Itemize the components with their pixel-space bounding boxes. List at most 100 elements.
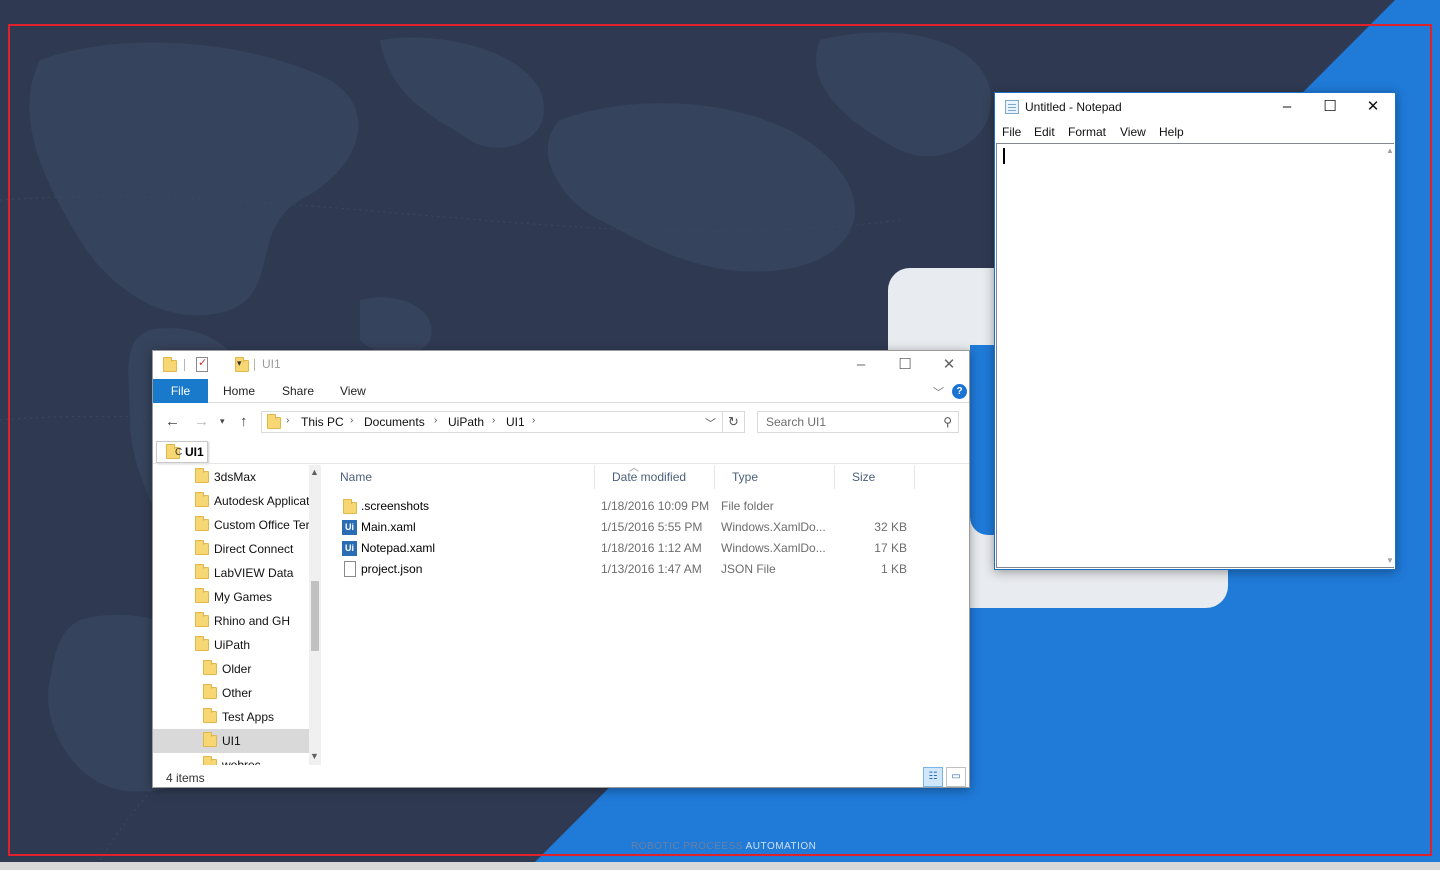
file-type: Windows.XamlDo...: [721, 520, 826, 534]
file-row[interactable]: Ui Main.xaml 1/15/2016 5:55 PM Windows.X…: [323, 517, 923, 538]
navigation-bar: ← → ▾ ↑ › This PC › Documents › UiPath ›…: [153, 403, 969, 439]
maximize-button[interactable]: ☐: [1308, 93, 1352, 121]
tree-item-label: Custom Office Ter: [214, 518, 309, 532]
chevron-right-icon[interactable]: ›: [350, 415, 353, 426]
text-editor[interactable]: [996, 143, 1394, 568]
forward-arrow-icon[interactable]: →: [194, 413, 209, 430]
customize-quick-access-icon[interactable]: ▾: [237, 358, 242, 369]
file-row[interactable]: .screenshots 1/18/2016 10:09 PM File fol…: [323, 496, 923, 517]
chevron-right-icon[interactable]: ›: [492, 415, 495, 426]
minimize-button[interactable]: –: [839, 351, 883, 379]
folder-icon: [195, 492, 209, 507]
properties-icon[interactable]: [196, 356, 208, 372]
column-header-name[interactable]: Name: [323, 465, 595, 489]
tree-item-custom-office[interactable]: Custom Office Ter: [153, 513, 309, 537]
refresh-icon[interactable]: ↻: [722, 412, 744, 432]
folder-icon: [163, 357, 177, 372]
menu-file[interactable]: File: [1002, 125, 1021, 139]
close-button[interactable]: ✕: [927, 351, 971, 379]
tree-item-other[interactable]: Other: [153, 681, 309, 705]
menu-help[interactable]: Help: [1159, 125, 1184, 139]
tree-item-test-apps[interactable]: Test Apps: [153, 705, 309, 729]
minimize-button[interactable]: –: [1265, 93, 1309, 121]
editor-scrollbar[interactable]: ▲ ▼: [1386, 144, 1394, 567]
back-arrow-icon[interactable]: ←: [165, 413, 180, 430]
tab-file[interactable]: File: [153, 379, 208, 403]
large-icons-view-icon[interactable]: ▭: [946, 767, 966, 787]
scrollbar-thumb[interactable]: [311, 581, 319, 651]
folder-icon: [195, 468, 209, 483]
tree-item-my-games[interactable]: My Games: [153, 585, 309, 609]
tree-item-label: 3dsMax: [214, 470, 257, 484]
file-list: ︿ Name Date modified Type Size .screensh…: [323, 463, 969, 765]
help-icon[interactable]: ?: [952, 384, 967, 399]
file-date: 1/15/2016 5:55 PM: [601, 520, 703, 534]
scroll-down-icon[interactable]: ▼: [310, 751, 319, 761]
tree-item-direct-connect[interactable]: Direct Connect: [153, 537, 309, 561]
scroll-up-icon[interactable]: ▲: [310, 467, 319, 477]
breadcrumb-this-pc[interactable]: This PC: [301, 415, 344, 429]
notepad-window[interactable]: Untitled - Notepad – ☐ ✕ File Edit Forma…: [994, 92, 1396, 570]
tree-item-label: Rhino and GH: [214, 614, 291, 628]
folder-icon: [203, 732, 217, 747]
window-title: UI1: [262, 357, 281, 371]
chevron-down-icon[interactable]: ﹀: [705, 415, 716, 431]
uipath-file-icon: Ui: [342, 541, 357, 556]
file-name: Notepad.xaml: [361, 541, 436, 555]
tab-share[interactable]: Share: [282, 379, 314, 403]
column-header-size[interactable]: Size: [835, 465, 915, 489]
file-explorer-window[interactable]: ▾ UI1 – ☐ ✕ File Home Share View ﹀ ? ← →…: [152, 350, 970, 788]
navigation-pane: 3dsMax Autodesk Applicat Custom Office T…: [153, 465, 321, 765]
chevron-right-icon[interactable]: ›: [532, 415, 535, 426]
tree-item-autodesk[interactable]: Autodesk Applicat: [153, 489, 309, 513]
search-input[interactable]: Search UI1 ⚲: [757, 411, 959, 433]
menu-edit[interactable]: Edit: [1034, 125, 1055, 139]
tree-item-labview[interactable]: LabVIEW Data: [153, 561, 309, 585]
file-row[interactable]: project.json 1/13/2016 1:47 AM JSON File…: [323, 559, 923, 580]
column-header-date[interactable]: Date modified: [595, 465, 715, 489]
tab-view[interactable]: View: [340, 379, 366, 403]
explorer-titlebar[interactable]: ▾ UI1 – ☐ ✕: [153, 351, 969, 379]
navigation-pane-scrollbar[interactable]: ▲ ▼: [309, 465, 321, 765]
folder-icon: [195, 516, 209, 531]
details-view-icon[interactable]: ☷: [923, 767, 943, 787]
maximize-button[interactable]: ☐: [883, 351, 927, 379]
tree-item-label: UI1: [222, 734, 241, 748]
file-date: 1/13/2016 1:47 AM: [601, 562, 702, 576]
tree-item-label: Test Apps: [222, 710, 275, 724]
expand-ribbon-icon[interactable]: ﹀: [933, 384, 944, 400]
scroll-down-icon[interactable]: ▼: [1386, 556, 1394, 565]
column-header-type[interactable]: Type: [715, 465, 835, 489]
address-bar[interactable]: › This PC › Documents › UiPath › UI1 › ﹀…: [261, 411, 745, 433]
breadcrumb-uipath[interactable]: UiPath: [448, 415, 484, 429]
tree-item-rhino[interactable]: Rhino and GH: [153, 609, 309, 633]
tree-item-ui1[interactable]: UI1: [153, 729, 309, 753]
file-row[interactable]: Ui Notepad.xaml 1/18/2016 1:12 AM Window…: [323, 538, 923, 559]
menu-format[interactable]: Format: [1068, 125, 1106, 139]
menu-view[interactable]: View: [1120, 125, 1146, 139]
search-placeholder: Search UI1: [766, 415, 827, 429]
notepad-titlebar[interactable]: Untitled - Notepad – ☐ ✕: [995, 93, 1395, 121]
folder-icon: [203, 660, 217, 675]
scroll-up-icon[interactable]: ▲: [1386, 146, 1394, 155]
menu-bar: File Edit Format View Help: [995, 121, 1395, 143]
breadcrumb-documents[interactable]: Documents: [364, 415, 425, 429]
breadcrumb-ui1[interactable]: UI1: [506, 415, 525, 429]
dragged-folder-tab[interactable]: C UI1: [156, 441, 208, 463]
up-arrow-icon[interactable]: ↑: [240, 413, 248, 430]
close-button[interactable]: ✕: [1351, 93, 1395, 121]
caption-bright-text: AUTOMATION: [745, 841, 817, 852]
file-date: 1/18/2016 1:12 AM: [601, 541, 702, 555]
text-cursor: [1003, 148, 1005, 164]
search-icon[interactable]: ⚲: [943, 415, 952, 429]
file-type: JSON File: [721, 562, 776, 576]
tree-item-older[interactable]: Older: [153, 657, 309, 681]
tree-item-webrec[interactable]: webrec: [153, 753, 309, 765]
tree-item-3dsmax[interactable]: 3dsMax: [153, 465, 309, 489]
chevron-right-icon[interactable]: ›: [434, 415, 437, 426]
folder-icon: [195, 588, 209, 603]
chevron-right-icon[interactable]: ›: [286, 415, 289, 426]
recent-locations-icon[interactable]: ▾: [220, 416, 225, 427]
tab-home[interactable]: Home: [223, 379, 255, 403]
tree-item-uipath[interactable]: UiPath: [153, 633, 309, 657]
